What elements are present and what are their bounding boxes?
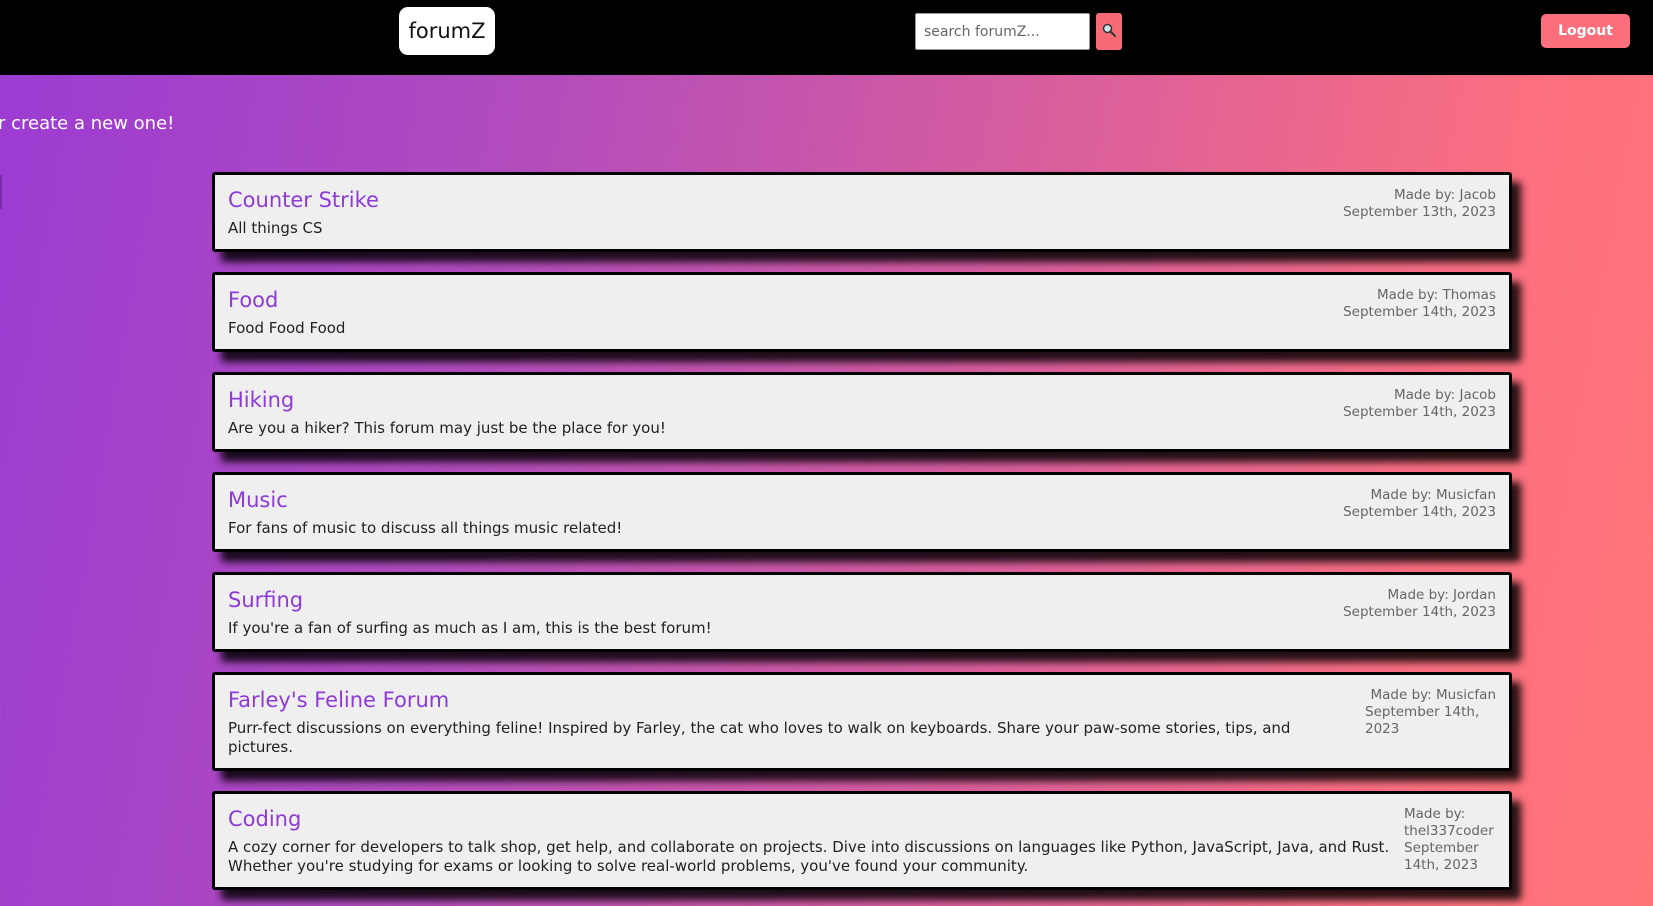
forum-card[interactable]: Surfing If you're a fan of surfing as mu… [212,572,1512,652]
intro-text: r create a new one! [0,113,175,134]
forum-card[interactable]: Food Food Food Food Made by: Thomas Sept… [212,272,1512,352]
forum-card[interactable]: Counter Strike All things CS Made by: Ja… [212,172,1512,252]
forum-card[interactable]: Hiking Are you a hiker? This forum may j… [212,372,1512,452]
forum-author: Made by: Musicfan [1370,687,1497,703]
forum-main: Music For fans of music to discuss all t… [228,487,1335,538]
forum-main: Counter Strike All things CS [228,187,1335,238]
forum-date: September 14th, 2023 [1365,704,1480,737]
offscreen-button-edge[interactable] [0,175,2,209]
forum-title[interactable]: Music [228,487,1335,513]
forum-meta: Made by: Musicfan September 14th, 2023 [1351,687,1496,738]
forum-author: Made by: Thomas [1376,287,1496,303]
forum-meta: Made by: Jordan September 14th, 2023 [1343,587,1496,621]
forum-title[interactable]: Farley's Feline Forum [228,687,1343,713]
forum-title[interactable]: Surfing [228,587,1335,613]
forum-description: All things CS [228,219,323,237]
search-input[interactable] [915,13,1090,50]
forum-date: September 14th, 2023 [1343,404,1496,420]
forum-date: September 14th, 2023 [1404,840,1479,873]
forum-meta: Made by: Thomas September 14th, 2023 [1343,287,1496,321]
forum-title[interactable]: Food [228,287,1335,313]
forum-date: September 14th, 2023 [1343,604,1496,620]
forum-description: Purr-fect discussions on everything feli… [228,719,1291,756]
forum-meta: Made by: Jacob September 14th, 2023 [1343,387,1496,421]
top-navbar: forumZ Logout [0,0,1653,75]
forum-card[interactable]: Music For fans of music to discuss all t… [212,472,1512,552]
search-button[interactable] [1096,13,1122,50]
forum-main: Farley's Feline Forum Purr-fect discussi… [228,687,1343,757]
forum-description: If you're a fan of surfing as much as I … [228,619,712,637]
forum-author: Made by: Musicfan [1370,487,1497,503]
forum-main: Food Food Food Food [228,287,1335,338]
forum-meta: Made by: Musicfan September 14th, 2023 [1343,487,1496,521]
forum-description: For fans of music to discuss all things … [228,519,623,537]
forum-main: Hiking Are you a hiker? This forum may j… [228,387,1335,438]
forum-list: Counter Strike All things CS Made by: Ja… [212,172,1512,906]
forumz-logo[interactable]: forumZ [399,7,495,55]
forum-meta: Made by: Jacob September 13th, 2023 [1343,187,1496,221]
forum-title[interactable]: Counter Strike [228,187,1335,213]
forum-author: Made by: Jordan [1387,587,1496,603]
forum-date: September 13th, 2023 [1343,204,1496,220]
forum-author: Made by: thel337coder [1404,806,1494,839]
magnifier-icon [1102,23,1116,40]
forum-description: Food Food Food [228,319,346,337]
forum-card[interactable]: Coding A cozy corner for developers to t… [212,791,1512,890]
forum-description: A cozy corner for developers to talk sho… [228,838,1390,875]
forum-author: Made by: Jacob [1393,187,1496,203]
forum-title[interactable]: Hiking [228,387,1335,413]
forum-main: Coding A cozy corner for developers to t… [228,806,1396,876]
forum-date: September 14th, 2023 [1343,304,1496,320]
forum-main: Surfing If you're a fan of surfing as mu… [228,587,1335,638]
forum-meta: Made by: thel337coder September 14th, 20… [1404,806,1496,874]
forum-title[interactable]: Coding [228,806,1396,832]
forum-card[interactable]: Farley's Feline Forum Purr-fect discussi… [212,672,1512,771]
forum-description: Are you a hiker? This forum may just be … [228,419,666,437]
forum-author: Made by: Jacob [1393,387,1496,403]
forum-date: September 14th, 2023 [1343,504,1496,520]
logout-button[interactable]: Logout [1541,14,1630,48]
